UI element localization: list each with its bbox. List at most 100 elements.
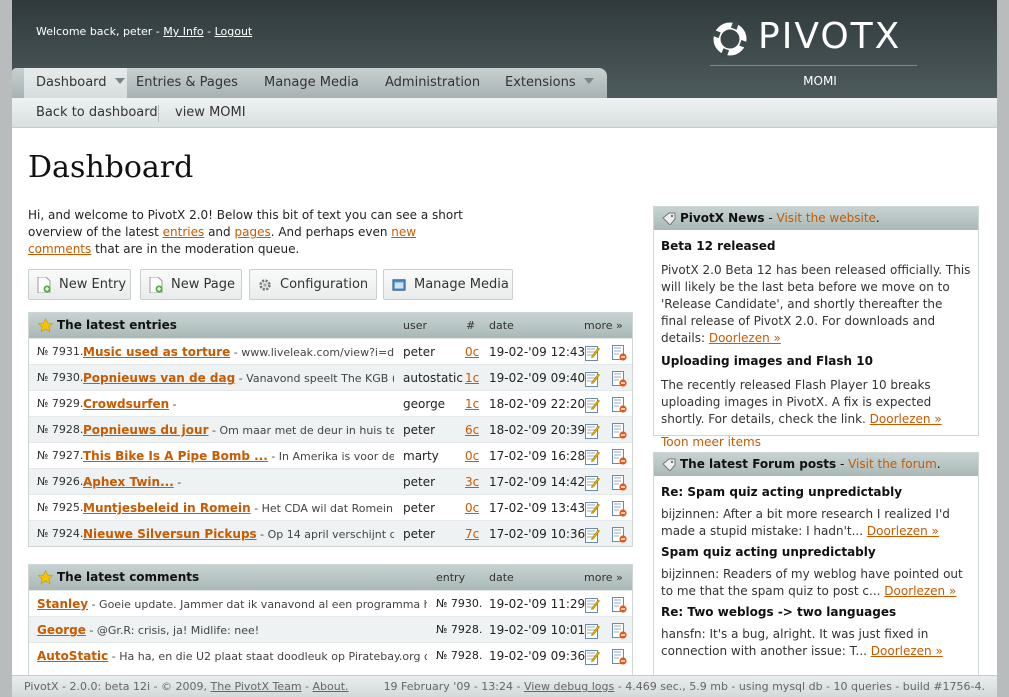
entry-comments-link[interactable]: 6c	[465, 417, 479, 443]
delete-icon[interactable]	[612, 526, 627, 543]
read-more-link[interactable]: Doorlezen »	[870, 412, 942, 426]
edit-icon[interactable]	[585, 422, 600, 439]
entry-title-link[interactable]: Aphex Twin...	[83, 475, 174, 489]
delete-icon[interactable]	[612, 396, 627, 413]
latest-entries-header: The latest entries user # date more »	[29, 313, 632, 338]
entry-comments-link[interactable]: 1c	[465, 365, 479, 391]
delete-icon[interactable]	[612, 344, 627, 361]
entry-comments-link[interactable]: 1c	[465, 391, 479, 417]
footer-left: PivotX - 2.0.0: beta 12i - © 2009, The P…	[24, 676, 349, 697]
nav-extensions[interactable]: Extensions	[493, 68, 603, 98]
pivotx-team-link[interactable]: The PivotX Team	[211, 680, 302, 693]
entry-title-link[interactable]: Muntjesbeleid in Romein	[83, 501, 251, 515]
entry-comments-link[interactable]: 0c	[465, 443, 479, 469]
pages-link[interactable]: pages	[234, 225, 270, 239]
entry-title-link[interactable]: This Bike Is A Pipe Bomb ...	[83, 449, 268, 463]
delete-icon[interactable]	[612, 370, 627, 387]
edit-icon[interactable]	[585, 500, 600, 517]
more-news-link[interactable]: Toon meer items	[661, 435, 761, 449]
comment-author-link[interactable]: Stanley	[37, 597, 88, 611]
intro-text: Hi, and welcome to PivotX 2.0! Below thi…	[28, 207, 478, 258]
delete-icon[interactable]	[612, 648, 627, 665]
comment-entry: № 7928.	[436, 623, 483, 636]
new-entry-button[interactable]: New Entry	[28, 269, 131, 300]
entry-date: 17-02-'09 13:43	[489, 501, 586, 515]
stats-text: 19 February '09 - 13:24 -	[383, 680, 524, 693]
visit-forum-link[interactable]: Visit the forum	[848, 457, 937, 471]
new-page-button[interactable]: New Page	[140, 269, 242, 300]
logout-link[interactable]: Logout	[215, 25, 253, 38]
visit-website-link[interactable]: Visit the website	[777, 211, 876, 225]
comment-author-link[interactable]: George	[37, 623, 86, 637]
nav-dashboard[interactable]: Dashboard	[24, 68, 127, 98]
site-name[interactable]: MOMI	[720, 74, 920, 88]
button-label: New Entry	[59, 277, 127, 292]
entry-date: 19-02-'09 12:43	[489, 345, 586, 359]
entry-title-link[interactable]: Popnieuws van de dag	[83, 371, 235, 385]
configuration-button[interactable]: Configuration	[249, 269, 377, 300]
more-comments-link[interactable]: more »	[584, 565, 623, 590]
entry-excerpt: -	[169, 398, 177, 411]
entry-number: № 7924.	[37, 527, 84, 540]
delete-icon[interactable]	[612, 500, 627, 517]
comment-cell: AutoStatic - Ha ha, en die U2 plaat staa…	[37, 643, 427, 670]
edit-icon[interactable]	[585, 622, 600, 639]
about-link[interactable]: About.	[313, 680, 349, 693]
panel-title: The latest entries	[57, 318, 177, 332]
nav-administration[interactable]: Administration	[373, 68, 493, 113]
entry-title-link[interactable]: Popnieuws du jour	[83, 423, 209, 437]
news-dot: .	[875, 211, 880, 225]
entry-user: marty	[403, 449, 439, 463]
read-more-link[interactable]: Doorlezen »	[884, 584, 956, 598]
intro-part: that are in the moderation queue.	[91, 242, 300, 256]
more-entries-link[interactable]: more »	[584, 313, 623, 338]
entry-row: № 7929. Crowdsurfen - george 1c 18-02-'09 22…	[29, 390, 632, 416]
read-more-link[interactable]: Doorlezen »	[709, 331, 781, 345]
edit-icon[interactable]	[585, 344, 600, 361]
entry-excerpt: -	[173, 476, 182, 489]
footer-sep: -	[150, 680, 162, 693]
entries-link[interactable]: entries	[163, 225, 205, 239]
delete-icon[interactable]	[612, 474, 627, 491]
delete-icon[interactable]	[612, 596, 627, 613]
logo-divider	[710, 65, 917, 66]
news-text: The recently released Flash Player 10 br…	[661, 377, 971, 428]
nav-entries-pages[interactable]: Entries & Pages	[124, 68, 252, 113]
delete-icon[interactable]	[612, 622, 627, 639]
read-more-link[interactable]: Doorlezen »	[867, 524, 939, 538]
delete-icon[interactable]	[612, 422, 627, 439]
entry-date: 17-02-'09 16:28	[489, 449, 586, 463]
version-text: PivotX - 2.0.0: beta 12i	[24, 680, 151, 693]
entry-comments-link[interactable]: 0c	[465, 339, 479, 365]
edit-icon[interactable]	[585, 474, 600, 491]
latest-comments-panel: The latest comments entry date more » St…	[28, 564, 633, 677]
comments-list: Stanley - Goeie update. Jammer dat ik va…	[29, 590, 632, 668]
manage-media-button[interactable]: Manage Media	[383, 269, 513, 300]
read-more-link[interactable]: Doorlezen »	[871, 644, 943, 658]
delete-icon[interactable]	[612, 448, 627, 465]
comment-cell: Stanley - Goeie update. Jammer dat ik va…	[37, 591, 427, 618]
footer: PivotX - 2.0.0: beta 12i - © 2009, The P…	[12, 675, 997, 697]
edit-icon[interactable]	[585, 526, 600, 543]
pivotx-logo[interactable]: PIVOTX	[710, 16, 920, 66]
nav-manage-media[interactable]: Manage Media	[252, 68, 372, 113]
comment-author-link[interactable]: AutoStatic	[37, 649, 108, 663]
entry-comments-link[interactable]: 3c	[465, 469, 479, 495]
entry-title-link[interactable]: Music used as torture	[83, 345, 230, 359]
view-site-link[interactable]: view MOMI	[175, 98, 246, 128]
nav-label: Administration	[385, 75, 481, 90]
entry-comments-link[interactable]: 7c	[465, 521, 479, 547]
debug-logs-link[interactable]: View debug logs	[524, 680, 614, 693]
edit-icon[interactable]	[585, 648, 600, 665]
forum-dot: .	[936, 457, 941, 471]
back-to-dashboard-link[interactable]: Back to dashboard	[36, 98, 158, 128]
edit-icon[interactable]	[585, 396, 600, 413]
edit-icon[interactable]	[585, 448, 600, 465]
edit-icon[interactable]	[585, 370, 600, 387]
edit-icon[interactable]	[585, 596, 600, 613]
entry-title-link[interactable]: Nieuwe Silversun Pickups	[83, 527, 257, 541]
my-info-link[interactable]: My Info	[163, 25, 203, 38]
entry-number: № 7931.	[37, 345, 84, 358]
entry-comments-link[interactable]: 0c	[465, 495, 479, 521]
entry-title-link[interactable]: Crowdsurfen	[83, 397, 169, 411]
